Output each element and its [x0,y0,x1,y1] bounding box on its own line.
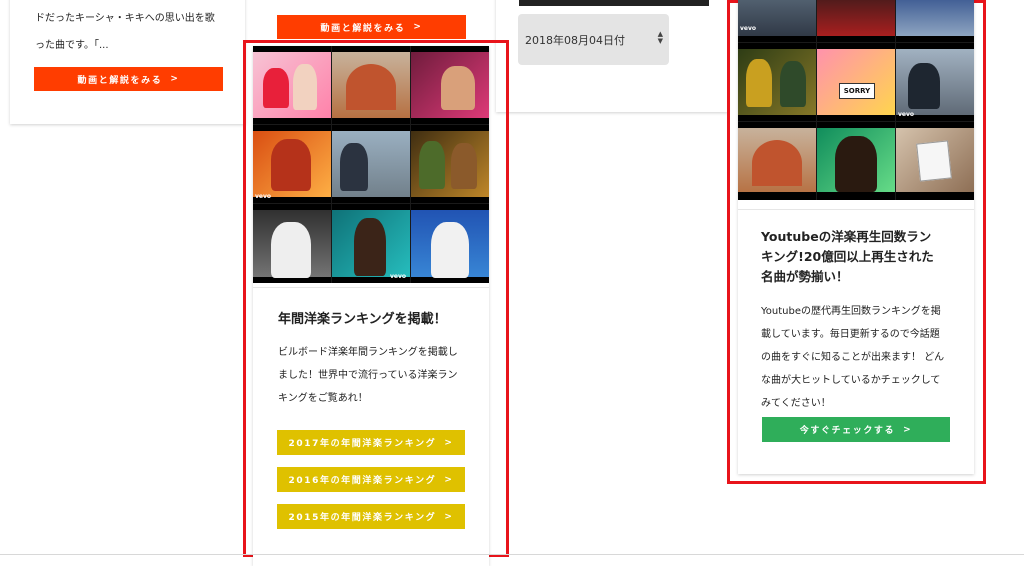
youtube-card-divider [738,209,974,210]
watch-video-button-left-label: 動画と解説をみる [77,75,163,86]
ranking-card: vevo vevo 年間洋楽ランキングを掲載！ ビルボード洋楽年間ランキングを掲… [253,46,489,566]
date-thumb-strip [519,0,709,6]
left-article-text-line2: った曲です。「... [35,40,109,51]
thumbnail [332,46,410,124]
select-arrows-icon: ▲ ▼ [657,30,663,45]
ranking-card-desc-line3: キングをご覧あれ！ [278,393,368,404]
thumbnail: vevo [253,125,331,203]
thumbnail [738,122,816,200]
youtube-card-desc-line3: の曲をすぐに知ることが出来ます！ どん [761,352,945,363]
chevron-right-icon: > [903,424,913,435]
chevron-right-icon: > [444,511,454,522]
ranking-2016-button-label: 2016年の年間洋楽ランキング [288,476,437,486]
youtube-card-desc-line1: Youtubeの歴代再生回数ランキングを掲 [761,306,941,317]
thumbnail [411,46,489,124]
ranking-card-desc-line2: ました！世界中で流行っている洋楽ラン [278,370,458,381]
chevron-right-icon: > [170,74,180,84]
ranking-2017-button[interactable]: 2017年の年間洋楽ランキング > [277,430,465,455]
vevo-label: vevo [255,193,272,200]
chevron-right-icon: > [444,474,454,485]
watch-video-button-left[interactable]: 動画と解説をみる > [34,67,223,91]
page-bottom-border [0,554,1024,555]
ranking-thumbnail-grid[interactable]: vevo vevo [253,46,489,283]
thumbnail [332,125,410,203]
vevo-label: vevo [389,273,406,280]
left-article-card: ドだったキーシャ・キキへの思い出を歌 った曲です。「... 動画と解説をみる > [10,0,245,124]
thumbnail [738,43,816,121]
youtube-card-title-line1: Youtubeの洋楽再生回数ラン [761,229,932,244]
ranking-card-desc-line1: ビルボード洋楽年間ランキングを掲載し [278,347,458,358]
thumbnail [896,122,974,200]
youtube-card-desc-line2: 載しています。毎日更新するので今話題 [761,329,940,340]
date-select[interactable]: 2018年08月04日付 ▲ ▼ [518,14,669,65]
vevo-label: vevo [898,111,915,118]
thumbnail: vevo [738,0,816,42]
ranking-2016-button[interactable]: 2016年の年間洋楽ランキング > [277,467,465,492]
ranking-card-divider [253,287,489,288]
thumbnail [411,125,489,203]
thumbnail [817,0,895,42]
thumbnail [896,0,974,42]
sorry-sign: SORRY [839,83,875,99]
date-select-value: 2018年08月04日付 [525,33,625,47]
thumbnail: vevo [896,43,974,121]
youtube-card-desc-line4: な曲が大ヒットしているかチェックして [761,375,941,386]
youtube-card-title-line3: 名曲が勢揃い！ [761,269,849,284]
chevron-right-icon: > [413,22,423,32]
ranking-2015-button-label: 2015年の年間洋楽ランキング [288,513,437,523]
watch-video-button-center-label: 動画と解説をみる [320,23,406,34]
left-article-text-line1: ドだったキーシャ・キキへの思い出を歌 [35,13,215,24]
thumbnail [411,204,489,283]
vevo-label: vevo [740,25,757,32]
youtube-card-desc-line5: みてください！ [761,398,831,409]
check-now-button[interactable]: 今すぐチェックする > [762,417,950,442]
watch-video-button-center[interactable]: 動画と解説をみる > [277,15,466,39]
thumbnail: vevo [332,204,410,283]
youtube-card-title-line2: キング!20億回以上再生された [761,249,934,264]
thumbnail: SORRY [817,43,895,121]
ranking-2015-button[interactable]: 2015年の年間洋楽ランキング > [277,504,465,529]
ranking-card-title: 年間洋楽ランキングを掲載！ [278,312,447,327]
thumbnail [253,204,331,283]
youtube-thumbnail-grid[interactable]: vevo SORRY vevo [738,0,974,200]
youtube-ranking-card: vevo SORRY vevo Youtubeの洋楽再生回数ラン キング!20億… [738,0,974,474]
thumbnail [253,46,331,124]
chevron-right-icon: > [444,437,454,448]
check-now-button-label: 今すぐチェックする [799,426,896,436]
thumbnail [817,122,895,200]
ranking-2017-button-label: 2017年の年間洋楽ランキング [288,439,437,449]
